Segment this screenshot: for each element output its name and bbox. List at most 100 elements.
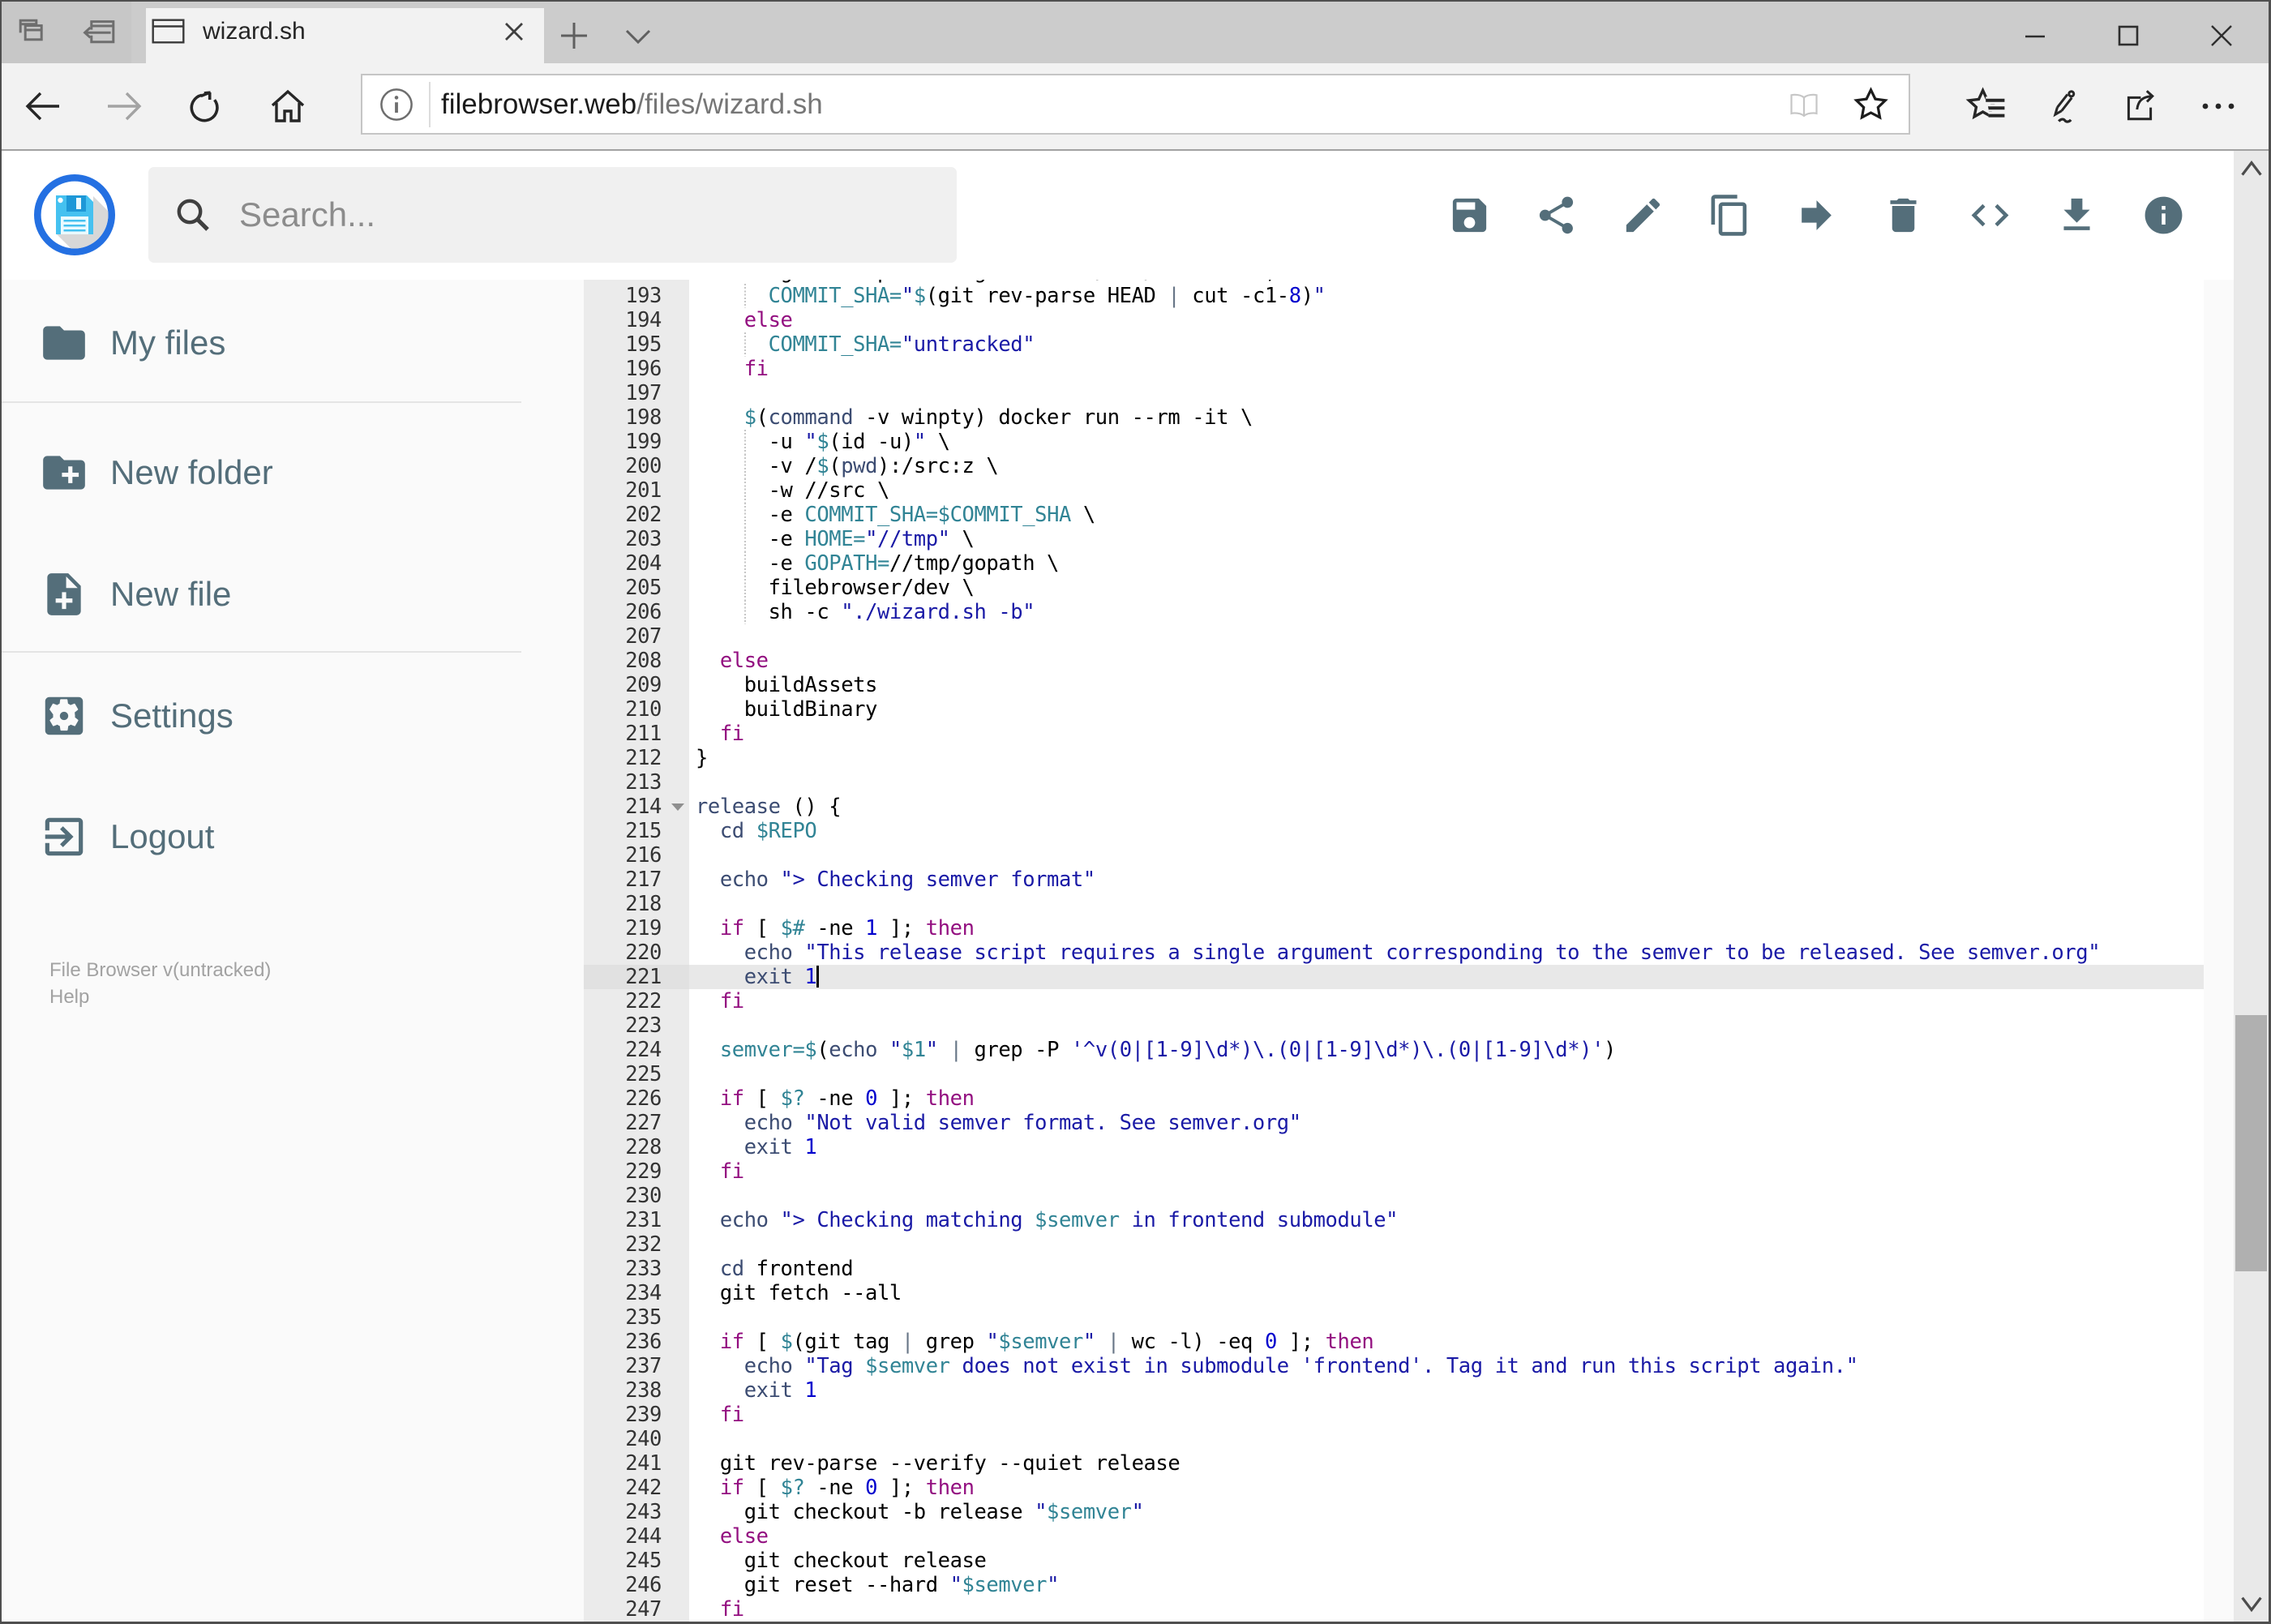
code-line-215[interactable]: 215 cd $REPO bbox=[584, 819, 2204, 843]
tab-preview-icon[interactable] bbox=[16, 16, 52, 49]
browser-tab[interactable]: wizard.sh bbox=[146, 8, 544, 63]
code-line-243[interactable]: 243 git checkout -b release "$semver" bbox=[584, 1500, 2204, 1524]
code-line-193[interactable]: 193 COMMIT_SHA="$(git rev-parse HEAD | c… bbox=[584, 283, 2204, 308]
minimize-button[interactable] bbox=[1988, 2, 2081, 63]
code-line-245[interactable]: 245 git checkout release bbox=[584, 1549, 2204, 1573]
favorite-star-icon[interactable] bbox=[1853, 86, 1889, 122]
code-line-219[interactable]: 219 if [ $# -ne 1 ]; then bbox=[584, 916, 2204, 941]
close-window-button[interactable] bbox=[2175, 2, 2269, 63]
code-line-242[interactable]: 242 if [ $? -ne 0 ]; then bbox=[584, 1476, 2204, 1500]
address-bar[interactable]: filebrowser.web/files/wizard.sh bbox=[361, 74, 1910, 135]
download-button[interactable] bbox=[2033, 151, 2120, 280]
tab-close-icon[interactable] bbox=[500, 18, 528, 45]
tabs-aside-icon[interactable] bbox=[80, 16, 118, 49]
code-line-226[interactable]: 226 if [ $? -ne 0 ]; then bbox=[584, 1086, 2204, 1111]
code-line-239[interactable]: 239 fi bbox=[584, 1403, 2204, 1427]
web-notes-pen-icon[interactable] bbox=[2024, 63, 2105, 149]
sidebar-item-settings[interactable]: Settings bbox=[0, 655, 521, 777]
delete-button[interactable] bbox=[1860, 151, 1947, 280]
scroll-up-icon[interactable] bbox=[2234, 151, 2269, 186]
code-line-212[interactable]: 212} bbox=[584, 746, 2204, 770]
edit-button[interactable] bbox=[1600, 151, 1686, 280]
code-line-206[interactable]: 206 sh -c "./wizard.sh -b" bbox=[584, 599, 2204, 624]
info-button[interactable] bbox=[2120, 151, 2207, 280]
code-line-232[interactable]: 232 bbox=[584, 1232, 2204, 1257]
code-line-200[interactable]: 200 -v /$(pwd):/src:z \ bbox=[584, 453, 2204, 478]
code-line-235[interactable]: 235 bbox=[584, 1305, 2204, 1330]
share-button[interactable] bbox=[1513, 151, 1600, 280]
code-line-224[interactable]: 224 semver=$(echo "$1" | grep -P '^v(0|[… bbox=[584, 1038, 2204, 1062]
code-line-202[interactable]: 202 -e COMMIT_SHA=$COMMIT_SHA \ bbox=[584, 502, 2204, 527]
settings-menu-dots-icon[interactable] bbox=[2178, 63, 2259, 149]
code-line-209[interactable]: 209 buildAssets bbox=[584, 673, 2204, 697]
site-info-icon[interactable] bbox=[379, 87, 414, 122]
code-line-230[interactable]: 230 bbox=[584, 1184, 2204, 1208]
code-line-216[interactable]: 216 bbox=[584, 843, 2204, 868]
new-tab-button[interactable] bbox=[555, 8, 593, 63]
code-editor[interactable]: 192 if git rev-parse --git-dir > /dev/nu… bbox=[584, 280, 2204, 1622]
code-line-234[interactable]: 234 git fetch --all bbox=[584, 1281, 2204, 1305]
code-button[interactable] bbox=[1947, 151, 2033, 280]
help-link[interactable]: Help bbox=[49, 983, 271, 1010]
code-line-205[interactable]: 205 filebrowser/dev \ bbox=[584, 575, 2204, 600]
code-line-208[interactable]: 208 else bbox=[584, 649, 2204, 673]
code-line-223[interactable]: 223 bbox=[584, 1013, 2204, 1038]
save-button[interactable] bbox=[1426, 151, 1513, 280]
code-line-218[interactable]: 218 bbox=[584, 892, 2204, 916]
code-line-229[interactable]: 229 fi bbox=[584, 1159, 2204, 1184]
code-line-246[interactable]: 246 git reset --hard "$semver" bbox=[584, 1573, 2204, 1597]
sidebar-item-my-files[interactable]: My files bbox=[0, 282, 521, 404]
filebrowser-logo[interactable] bbox=[34, 174, 115, 255]
code-line-228[interactable]: 228 exit 1 bbox=[584, 1135, 2204, 1159]
hub-favorites-icon[interactable] bbox=[1946, 63, 2027, 149]
refresh-button[interactable] bbox=[164, 63, 245, 149]
code-line-220[interactable]: 220 echo "This release script requires a… bbox=[584, 941, 2204, 965]
forward-button[interactable] bbox=[84, 63, 165, 149]
code-line-194[interactable]: 194 else bbox=[584, 308, 2204, 332]
reading-view-icon[interactable] bbox=[1789, 89, 1819, 120]
maximize-button[interactable] bbox=[2081, 2, 2175, 63]
code-line-237[interactable]: 237 echo "Tag $semver does not exist in … bbox=[584, 1354, 2204, 1378]
code-line-207[interactable]: 207 bbox=[584, 624, 2204, 649]
code-line-233[interactable]: 233 cd frontend bbox=[584, 1257, 2204, 1281]
share-icon[interactable] bbox=[2100, 63, 2181, 149]
code-line-225[interactable]: 225 bbox=[584, 1062, 2204, 1086]
code-line-213[interactable]: 213 bbox=[584, 770, 2204, 795]
sidebar-item-new-folder[interactable]: New folder bbox=[0, 412, 521, 533]
tab-list-chevron-icon[interactable] bbox=[619, 8, 657, 63]
fold-widget-icon[interactable] bbox=[671, 803, 684, 811]
code-line-247[interactable]: 247 fi bbox=[584, 1597, 2204, 1622]
code-line-241[interactable]: 241 git rev-parse --verify --quiet relea… bbox=[584, 1451, 2204, 1476]
scrollbar-thumb[interactable] bbox=[2235, 1015, 2267, 1271]
code-line-198[interactable]: 198 $(command -v winpty) docker run --rm… bbox=[584, 405, 2204, 430]
scroll-down-icon[interactable] bbox=[2234, 1586, 2269, 1622]
code-line-195[interactable]: 195 COMMIT_SHA="untracked" bbox=[584, 332, 2204, 357]
code-line-199[interactable]: 199 -u "$(id -u)" \ bbox=[584, 429, 2204, 454]
back-button[interactable] bbox=[2, 63, 84, 149]
code-line-211[interactable]: 211 fi bbox=[584, 722, 2204, 746]
code-line-227[interactable]: 227 echo "Not valid semver format. See s… bbox=[584, 1111, 2204, 1135]
page-scrollbar[interactable] bbox=[2234, 151, 2269, 1622]
code-line-217[interactable]: 217 echo "> Checking semver format" bbox=[584, 868, 2204, 892]
code-line-197[interactable]: 197 bbox=[584, 381, 2204, 405]
code-line-221[interactable]: 221 exit 1 bbox=[584, 964, 2204, 989]
code-line-201[interactable]: 201 -w //src \ bbox=[584, 478, 2204, 503]
code-line-236[interactable]: 236 if [ $(git tag | grep "$semver" | wc… bbox=[584, 1330, 2204, 1354]
search-box[interactable]: Search... bbox=[148, 167, 957, 263]
code-line-204[interactable]: 204 -e GOPATH=//tmp/gopath \ bbox=[584, 551, 2204, 576]
home-button[interactable] bbox=[247, 63, 328, 149]
code-line-210[interactable]: 210 buildBinary bbox=[584, 697, 2204, 722]
code-line-196[interactable]: 196 fi bbox=[584, 357, 2204, 381]
code-line-222[interactable]: 222 fi bbox=[584, 989, 2204, 1013]
code-line-214[interactable]: 214 release () { bbox=[584, 795, 2204, 819]
code-line-231[interactable]: 231 echo "> Checking matching $semver in… bbox=[584, 1208, 2204, 1232]
sidebar-item-logout[interactable]: Logout bbox=[0, 776, 521, 898]
url-text[interactable]: filebrowser.web/files/wizard.sh bbox=[441, 88, 1789, 121]
copy-button[interactable] bbox=[1686, 151, 1773, 280]
code-line-238[interactable]: 238 exit 1 bbox=[584, 1378, 2204, 1403]
move-button[interactable] bbox=[1773, 151, 1860, 280]
code-line-240[interactable]: 240 bbox=[584, 1427, 2204, 1451]
code-line-203[interactable]: 203 -e HOME="//tmp" \ bbox=[584, 526, 2204, 551]
sidebar-item-new-file[interactable]: New file bbox=[0, 533, 521, 655]
code-line-244[interactable]: 244 else bbox=[584, 1524, 2204, 1549]
